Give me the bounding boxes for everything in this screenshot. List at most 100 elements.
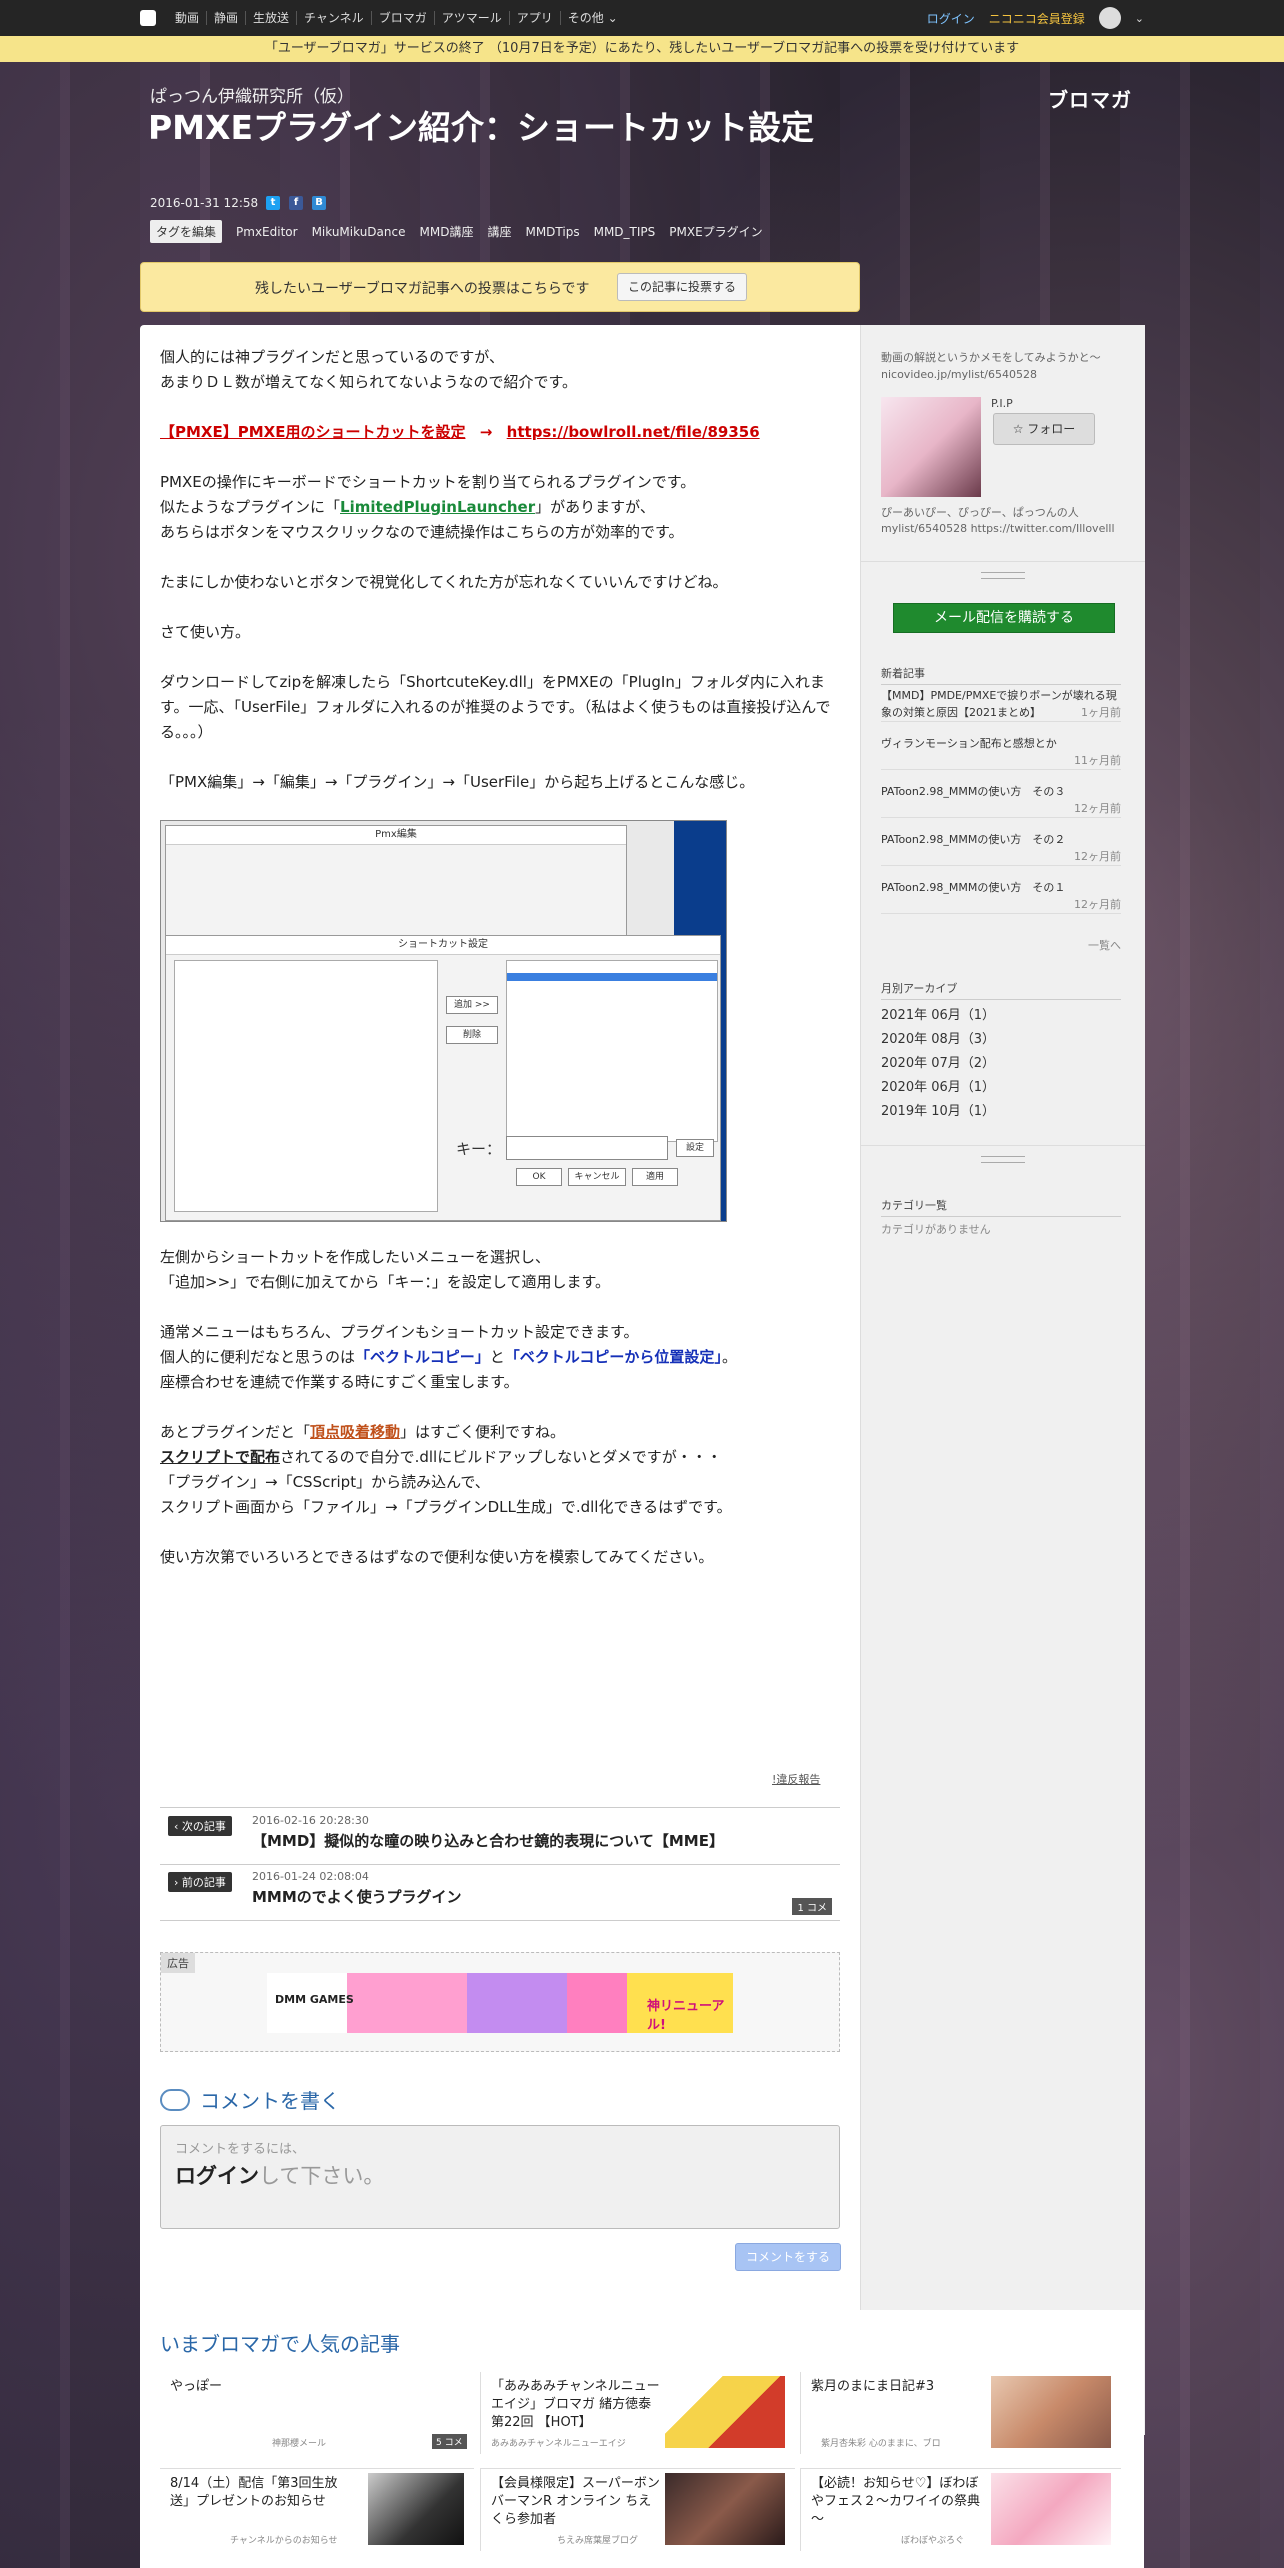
archive-month[interactable]: 2021年 06月（1）	[881, 1004, 995, 1023]
popular-item-thumbnail[interactable]	[665, 2473, 785, 2545]
next-article-date: 2016-02-16 20:28:30	[252, 1814, 369, 1827]
comment-count-badge[interactable]: 1 コメ	[792, 1898, 832, 1915]
niconico-logo-icon[interactable]	[140, 10, 156, 26]
popular-item-source: ちえみ席葉屋ブログ	[557, 2536, 639, 2546]
archive-month[interactable]: 2020年 06月（1）	[881, 1076, 995, 1095]
popular-item[interactable]: 8/14（土）配信「第3回生放送」プレゼントのお知らせ チャンネルからのお知らせ	[160, 2468, 474, 2551]
article-screenshot-image[interactable]: Pmx編集 ショートカット設定 追加 >> 削除 キー： 設定 OK キャンセル…	[160, 820, 727, 1222]
service-end-notice[interactable]: 「ユーザーブロマガ」サービスの終了 （10月7日を予定）にあたり、残したいユーザ…	[0, 36, 1284, 62]
popular-item-title[interactable]: やっぽー	[170, 2378, 340, 2396]
nav-seiga[interactable]: 静画	[206, 11, 245, 25]
popular-item-title[interactable]: 【必読！お知らせ♡】ぼわぼやフェス２～カワイイの祭典～	[811, 2475, 981, 2529]
tag-item[interactable]: MMD講座	[420, 223, 474, 240]
profile-avatar[interactable]	[881, 397, 981, 497]
plugin-download-link[interactable]: 【PMXE】PMXE用のショートカットを設定	[160, 423, 465, 441]
recent-article[interactable]: 【MMD】PMDE/PMXEで捩りボーンが壊れる現象の対策と原因【2021まとめ…	[881, 687, 1121, 722]
next-article-title[interactable]: 【MMD】擬似的な瞳の映り込みと合わせ鏡的表現について【MME】	[252, 1830, 724, 1851]
facebook-icon[interactable]: f	[289, 196, 303, 210]
comment-login-suffix: して下さい。	[259, 2164, 385, 2188]
nav-video[interactable]: 動画	[168, 11, 206, 25]
edit-tags-button[interactable]: タグを編集	[150, 220, 223, 243]
tag-item[interactable]: PmxEditor	[236, 225, 298, 239]
vote-button[interactable]: この記事に投票する	[617, 273, 748, 301]
tag-item[interactable]: MikuMikuDance	[312, 225, 406, 239]
report-link[interactable]: !違反報告	[772, 1771, 820, 1787]
recent-article-title[interactable]: PAToon2.98_MMMの使い方 その２	[881, 831, 1121, 848]
recent-article-title[interactable]: PAToon2.98_MMMの使い方 その１	[881, 879, 1121, 896]
nav-channel[interactable]: チャンネル	[296, 11, 371, 25]
blomaga-logo[interactable]: ブロマガ	[1048, 84, 1132, 113]
popular-item-title[interactable]: 【会員様限定】スーパーボンバーマンR オンライン ちえくら参加者	[491, 2475, 661, 2529]
archive-heading: 月別アーカイブ	[881, 980, 1121, 1000]
selected-row	[507, 973, 717, 981]
user-avatar-icon[interactable]	[1098, 7, 1121, 29]
popular-item-thumbnail[interactable]	[991, 2473, 1111, 2545]
popular-item[interactable]: 紫月のまにま日記#3 紫月杏朱彩 心のままに、ブロ	[800, 2372, 1121, 2454]
login-link[interactable]: ログイン	[927, 10, 975, 27]
popular-item-title[interactable]: 「あみあみチャンネルニューエイジ」ブロマガ 緒方徳泰 第22回 【HOT】	[491, 2378, 661, 2432]
tag-item[interactable]: PMXEプラグイン	[669, 223, 762, 240]
popular-item[interactable]: 【会員様限定】スーパーボンバーマンR オンライン ちえくら参加者 ちえみ席葉屋ブ…	[480, 2468, 795, 2551]
blog-name[interactable]: ぱっつん伊織研究所（仮）	[150, 82, 354, 107]
limited-plugin-launcher-link[interactable]: LimitedPluginLauncher	[340, 498, 535, 516]
profile-name[interactable]: P.I.P	[991, 397, 1013, 410]
recent-article[interactable]: PAToon2.98_MMMの使い方 その３ 12ヶ月前	[881, 783, 1121, 818]
popular-item-title[interactable]: 8/14（土）配信「第3回生放送」プレゼントのお知らせ	[170, 2475, 340, 2511]
cancel-button: キャンセル	[568, 1168, 626, 1186]
bowlroll-url-link[interactable]: https://bowlroll.net/file/89356	[507, 423, 760, 441]
popular-item-title[interactable]: 紫月のまにま日記#3	[811, 2378, 981, 2396]
tag-item[interactable]: MMD_TIPS	[594, 225, 656, 239]
previous-article[interactable]: › 前の記事 2016-01-24 02:08:04 MMMのでよく使うプラグイ…	[160, 1864, 840, 1921]
nav-live[interactable]: 生放送	[245, 11, 296, 25]
comment-login-link[interactable]: ログイン	[175, 2164, 259, 2188]
archive-month[interactable]: 2020年 07月（2）	[881, 1052, 995, 1071]
archive-month[interactable]: 2020年 08月（3）	[881, 1028, 995, 1047]
nav-other[interactable]: その他 ⌄	[559, 11, 625, 25]
key-field	[506, 1136, 668, 1160]
popular-item-thumbnail[interactable]	[665, 2376, 785, 2448]
popular-item-source: 神那櫻メール	[272, 2439, 327, 2449]
recent-article[interactable]: PAToon2.98_MMMの使い方 その１ 12ヶ月前	[881, 879, 1121, 914]
recent-article-age: 12ヶ月前	[1074, 850, 1121, 863]
popular-item[interactable]: 【必読！お知らせ♡】ぼわぼやフェス２～カワイイの祭典～ ぼわぼやぷろぐ	[800, 2468, 1121, 2551]
delete-button: 削除	[446, 1026, 498, 1044]
recent-more-link[interactable]: 一覧へ	[881, 937, 1121, 953]
ad-banner[interactable]: DMM GAMES 神リニューアル!	[267, 1973, 733, 2033]
article-text: 座標合わせを連続で作業する時にすごく重宝します。	[160, 1373, 519, 1391]
nav-blomaga[interactable]: ブロマガ	[370, 11, 434, 25]
twitter-icon[interactable]: t	[266, 196, 280, 210]
nav-atsumaru[interactable]: アツマール	[433, 11, 509, 25]
prev-article-label: › 前の記事	[168, 1872, 232, 1892]
recent-article-title[interactable]: PAToon2.98_MMMの使い方 その３	[881, 783, 1121, 800]
recent-article[interactable]: ヴィランモーション配布と感想とか 11ヶ月前	[881, 735, 1121, 770]
recent-article[interactable]: PAToon2.98_MMMの使い方 その２ 12ヶ月前	[881, 831, 1121, 866]
prev-article-title[interactable]: MMMのでよく使うプラグイン	[252, 1886, 461, 1907]
add-button: 追加 >>	[446, 996, 498, 1014]
archive-month[interactable]: 2019年 10月（1）	[881, 1100, 995, 1119]
comment-count-badge[interactable]: 5 コメ	[432, 2434, 467, 2449]
menu-tree	[174, 960, 438, 1212]
follow-button[interactable]: ☆ フォロー	[993, 413, 1095, 445]
article-text: 個人的に便利だなと思うのは	[160, 1348, 356, 1366]
popular-item[interactable]: 「あみあみチャンネルニューエイジ」ブロマガ 緒方徳泰 第22回 【HOT】 あみ…	[480, 2372, 795, 2454]
nav-app[interactable]: アプリ	[508, 11, 560, 25]
tag-item[interactable]: 講座	[487, 223, 511, 240]
hatena-icon[interactable]: B	[312, 196, 326, 210]
window-title: ショートカット設定	[166, 936, 720, 955]
register-link[interactable]: ニコニコ会員登録	[989, 10, 1085, 27]
popular-item-thumbnail[interactable]	[991, 2376, 1111, 2448]
tag-item[interactable]: MMDTips	[525, 225, 579, 239]
recent-article-title[interactable]: ヴィランモーション配布と感想とか	[881, 735, 1121, 752]
top-navigation: 動画 静画 生放送 チャンネル ブロマガ アツマール アプリ その他 ⌄ ログイ…	[0, 0, 1284, 36]
chevron-down-icon[interactable]: ⌄	[1135, 12, 1144, 25]
recent-article-age: 12ヶ月前	[1074, 898, 1121, 911]
comment-input[interactable]: コメントをするには、 ログインして下さい。	[160, 2125, 840, 2229]
ad-label: 広告	[161, 1953, 195, 1973]
popular-item-thumbnail[interactable]	[368, 2473, 464, 2545]
mail-subscribe-button[interactable]: メール配信を購読する	[893, 603, 1115, 633]
vertex-snap-link[interactable]: 頂点吸着移動	[310, 1423, 400, 1441]
submit-comment-button[interactable]: コメントをする	[735, 2243, 841, 2271]
script-distribution-link[interactable]: スクリプトで配布	[160, 1448, 280, 1466]
next-article[interactable]: ‹ 次の記事 2016-02-16 20:28:30 【MMD】擬似的な瞳の映り…	[160, 1807, 840, 1865]
popular-item[interactable]: やっぽー 神那櫻メール 5 コメ	[160, 2372, 474, 2454]
